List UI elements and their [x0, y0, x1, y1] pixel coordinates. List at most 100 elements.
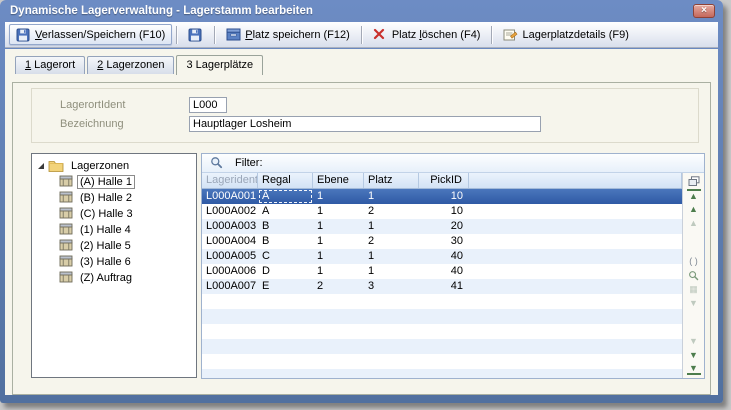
tab-lagerzonen[interactable]: 2 Lagerzonen	[87, 56, 174, 74]
table-cell[interactable]	[419, 354, 469, 369]
table-cell[interactable]	[469, 294, 682, 309]
table-cell[interactable]: L000A005	[202, 249, 258, 264]
table-row[interactable]: L000A001A1110	[202, 189, 682, 204]
table-cell[interactable]	[313, 294, 364, 309]
table-cell[interactable]: 20	[419, 219, 469, 234]
column-header-lagerident[interactable]: Lagerident	[202, 173, 258, 188]
table-cell[interactable]: 2	[364, 204, 419, 219]
field-input-lagerortident[interactable]	[189, 97, 227, 113]
table-cell[interactable]: A	[258, 204, 313, 219]
table-cell[interactable]	[469, 264, 682, 279]
table-cell[interactable]: 1	[313, 219, 364, 234]
page-up-icon[interactable]: ▲	[687, 217, 701, 229]
page-down-icon[interactable]: ▼	[687, 335, 701, 347]
table-cell[interactable]	[419, 294, 469, 309]
table-row[interactable]: L000A002A1210	[202, 204, 682, 219]
table-cell[interactable]	[202, 294, 258, 309]
grid-filter-row[interactable]: Filter:	[202, 154, 704, 173]
table-cell[interactable]	[469, 279, 682, 294]
table-cell[interactable]	[469, 354, 682, 369]
table-cell[interactable]	[258, 309, 313, 324]
table-cell[interactable]: 1	[313, 264, 364, 279]
stats-icon[interactable]: ▦	[687, 283, 701, 295]
previous-row-icon[interactable]: ▲	[687, 203, 701, 215]
table-cell[interactable]: 1	[313, 249, 364, 264]
save-button[interactable]	[181, 24, 210, 45]
table-cell[interactable]: L000A003	[202, 219, 258, 234]
table-cell[interactable]	[469, 219, 682, 234]
field-input-bezeichnung[interactable]	[189, 116, 541, 132]
table-cell[interactable]: 40	[419, 264, 469, 279]
next-row-icon[interactable]: ▼	[687, 349, 701, 361]
table-empty-row[interactable]	[202, 294, 682, 309]
column-chooser-icon[interactable]	[687, 175, 701, 187]
table-cell[interactable]	[419, 369, 469, 378]
table-cell[interactable]: L000A001	[202, 189, 258, 204]
table-cell[interactable]: L000A007	[202, 279, 258, 294]
table-cell[interactable]	[364, 339, 419, 354]
verlassen-speichern-button[interactable]: Verlassen/Speichern (F10)	[9, 24, 172, 45]
table-cell[interactable]	[202, 369, 258, 378]
platz-speichern-button[interactable]: Platz speichern (F12)	[219, 24, 357, 45]
table-empty-row[interactable]	[202, 369, 682, 378]
tab-lagerort[interactable]: 1 Lagerort	[15, 56, 85, 74]
table-cell[interactable]: E	[258, 279, 313, 294]
table-cell[interactable]: 2	[313, 279, 364, 294]
table-empty-row[interactable]	[202, 354, 682, 369]
table-cell[interactable]: C	[258, 249, 313, 264]
table-cell[interactable]: 10	[419, 189, 469, 204]
tree-item[interactable]: (3) Halle 6	[32, 254, 196, 270]
table-cell[interactable]	[469, 249, 682, 264]
tree-root-lagerzonen[interactable]: Lagerzonen	[32, 158, 196, 174]
table-cell[interactable]	[313, 324, 364, 339]
table-cell[interactable]	[469, 189, 682, 204]
lagerplatzdetails-button[interactable]: Lagerplatzdetails (F9)	[496, 24, 635, 45]
table-cell[interactable]: 10	[419, 204, 469, 219]
table-cell[interactable]: 1	[364, 264, 419, 279]
close-button[interactable]: ×	[693, 4, 715, 18]
tree-item[interactable]: (1) Halle 4	[32, 222, 196, 238]
table-cell[interactable]	[258, 324, 313, 339]
table-cell[interactable]	[419, 339, 469, 354]
table-cell[interactable]	[258, 339, 313, 354]
table-cell[interactable]	[364, 294, 419, 309]
table-cell[interactable]	[364, 369, 419, 378]
table-cell[interactable]: 30	[419, 234, 469, 249]
table-cell[interactable]: 1	[364, 189, 419, 204]
table-cell[interactable]: 2	[364, 234, 419, 249]
tree-item[interactable]: (B) Halle 2	[32, 190, 196, 206]
table-cell[interactable]	[364, 354, 419, 369]
table-row[interactable]: L000A004B1230	[202, 234, 682, 249]
table-cell[interactable]: 3	[364, 279, 419, 294]
table-cell[interactable]	[469, 309, 682, 324]
column-header-ebene[interactable]: Ebene	[313, 173, 364, 188]
table-cell[interactable]	[313, 369, 364, 378]
table-cell[interactable]: 1	[364, 219, 419, 234]
tree-item[interactable]: (A) Halle 1	[32, 174, 196, 190]
table-cell[interactable]	[469, 369, 682, 378]
edit-record-icon[interactable]: ( )	[687, 255, 701, 267]
table-cell[interactable]: 41	[419, 279, 469, 294]
table-cell[interactable]	[364, 309, 419, 324]
table-cell[interactable]: B	[258, 234, 313, 249]
first-row-icon[interactable]: ▲	[687, 189, 701, 201]
table-cell[interactable]	[469, 234, 682, 249]
tab-lagerplaetze[interactable]: 3 Lagerplätze	[176, 55, 263, 75]
table-row[interactable]: L000A006D1140	[202, 264, 682, 279]
table-row[interactable]: L000A007E2341	[202, 279, 682, 294]
table-cell[interactable]	[202, 324, 258, 339]
tree-expander-icon[interactable]	[38, 163, 44, 169]
table-cell[interactable]: B	[258, 219, 313, 234]
table-cell[interactable]: 1	[313, 189, 364, 204]
table-cell[interactable]: 1	[313, 204, 364, 219]
tree-item[interactable]: (C) Halle 3	[32, 206, 196, 222]
tree-item[interactable]: (Z) Auftrag	[32, 270, 196, 286]
table-empty-row[interactable]	[202, 309, 682, 324]
table-cell[interactable]: A	[258, 189, 313, 204]
filter-edit-icon[interactable]: ▼	[687, 297, 701, 309]
column-header-platz[interactable]: Platz	[364, 173, 419, 188]
table-cell[interactable]	[364, 324, 419, 339]
table-cell[interactable]: D	[258, 264, 313, 279]
table-cell[interactable]	[258, 354, 313, 369]
column-header-pickid[interactable]: PickID	[419, 173, 469, 188]
